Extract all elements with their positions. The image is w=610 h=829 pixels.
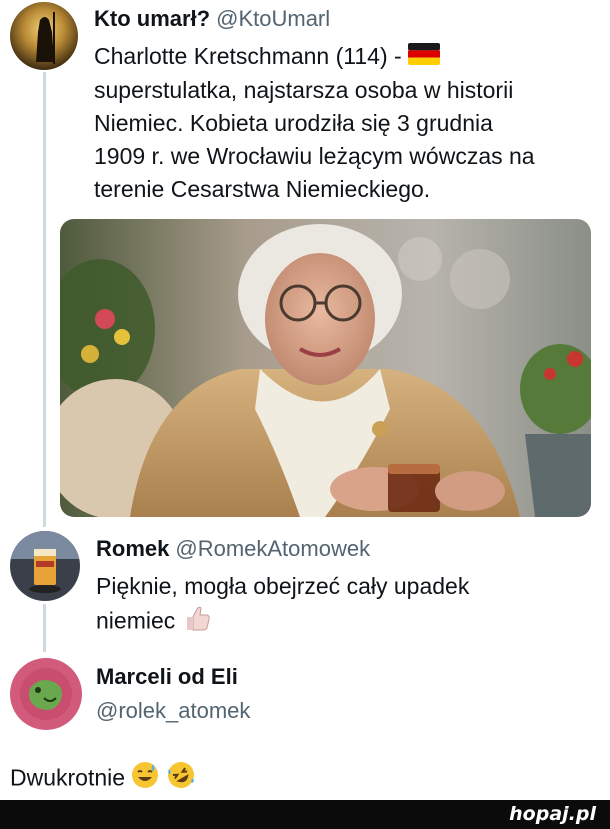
post1-handle[interactable]: @KtoUmarl <box>216 6 330 31</box>
site-logo[interactable]: hopaj.pl <box>509 803 596 825</box>
post2-text-line: Pięknie, mogła obejrzeć cały upadek <box>96 573 470 599</box>
post1-text-line: Niemiec. Kobieta urodziła się 3 grudnia <box>94 110 493 137</box>
thread-line-2 <box>43 604 46 652</box>
thumbs-up-icon <box>182 603 212 642</box>
post3-display-name[interactable]: Marceli od Eli <box>96 664 238 689</box>
avatar-marceli[interactable] <box>10 658 82 730</box>
post2-display-name[interactable]: Romek <box>96 536 169 561</box>
reply-text: Dwukrotnie <box>10 760 196 799</box>
watermark-bar: hopaj.pl <box>0 800 610 829</box>
avatar-romek[interactable] <box>10 531 80 601</box>
sweat-smile-emoji-icon <box>131 761 159 798</box>
post1-text-line: 1909 r. we Wrocławiu leżącym wówczas na <box>94 143 535 170</box>
germany-flag-icon <box>408 41 441 74</box>
post1-display-name[interactable]: Kto umarł? <box>94 6 210 31</box>
post3-handle[interactable]: @rolek_atomek <box>96 698 250 723</box>
post2-text-line: niemiec <box>96 603 596 642</box>
post1-text-line: terenie Cesarstwa Niemieckiego. <box>94 176 431 203</box>
post2-text: Pięknie, mogła obejrzeć cały upadek niem… <box>96 570 596 642</box>
post1-text-line: superstulatka, najstarsza osoba w histor… <box>94 77 514 104</box>
post1-text: Charlotte Kretschmann (114) - superstula… <box>94 40 604 206</box>
post2-header: Romek @RomekAtomowek <box>96 536 370 562</box>
post1-photo[interactable] <box>60 219 591 517</box>
thread-line-1 <box>43 72 46 527</box>
post1-text-line: Charlotte Kretschmann (114) - <box>94 40 604 74</box>
post3-header: Marceli od Eli <box>96 664 238 690</box>
post2-handle[interactable]: @RomekAtomowek <box>175 536 370 561</box>
avatar-ktoumarl[interactable] <box>10 2 78 70</box>
post3-handle-row: @rolek_atomek <box>96 698 250 724</box>
reply-label: Dwukrotnie <box>10 764 126 791</box>
post1-header: Kto umarł? @KtoUmarl <box>94 6 330 32</box>
rofl-emoji-icon <box>166 760 196 799</box>
